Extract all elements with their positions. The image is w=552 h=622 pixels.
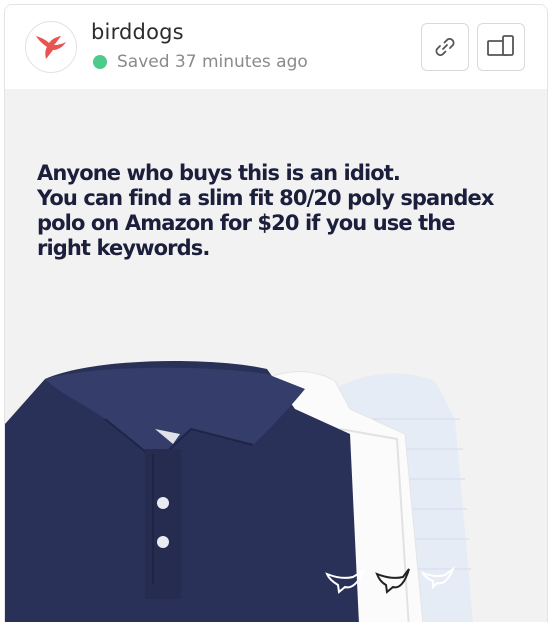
link-icon (435, 38, 455, 56)
headline-line: right keywords. (37, 236, 210, 260)
headline-line: polo on Amazon for $20 if you use the (37, 211, 456, 235)
post-preview: Anyone who buys this is an idiot. You ca… (5, 89, 547, 622)
post-headline: Anyone who buys this is an idiot. You ca… (37, 161, 527, 261)
button-1-icon (157, 497, 169, 509)
save-status-text: Saved 37 minutes ago (117, 52, 308, 72)
status-indicator-icon (93, 55, 107, 69)
hummingbird-logo-icon (36, 36, 66, 59)
button-2-icon (157, 536, 169, 548)
brand-name[interactable]: birddogs (91, 20, 184, 44)
post-header: birddogs Saved 37 minutes ago (5, 5, 547, 89)
headline-line: Anyone who buys this is an idiot. (37, 161, 401, 185)
headline-line: You can find a slim fit 80/20 poly spand… (37, 186, 494, 210)
post-card: birddogs Saved 37 minutes ago Anyone who… (4, 4, 548, 622)
copy-link-button[interactable] (421, 23, 469, 71)
device-preview-button[interactable] (477, 23, 525, 71)
save-status: Saved 37 minutes ago (93, 52, 308, 72)
brand-avatar[interactable] (25, 21, 77, 73)
device-preview-icon (487, 35, 514, 56)
